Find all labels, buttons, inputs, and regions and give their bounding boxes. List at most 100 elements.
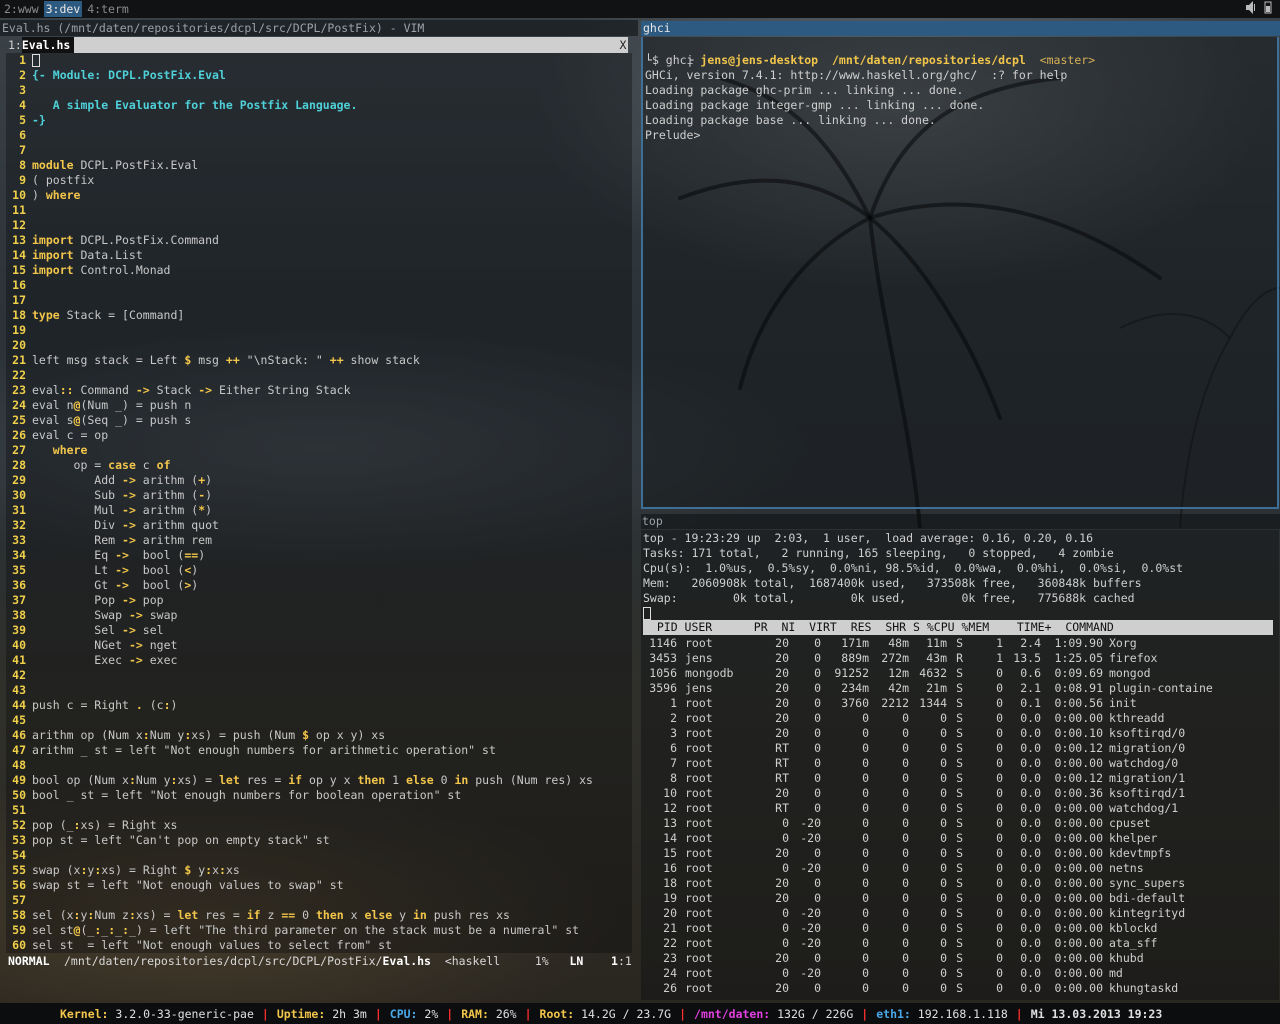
code-line[interactable]: 60 sel st = left "Not enough values to se… [6, 938, 632, 953]
code-line[interactable]: 51 [6, 803, 632, 818]
code-line[interactable]: 20 [6, 338, 632, 353]
vim-editor-buffer[interactable]: 1 2 {- Module: DCPL.PostFix.Eval 3 4 A simpl… [6, 53, 632, 953]
code-line[interactable]: 44 push c = Right . (c:) [6, 698, 632, 713]
ghci-terminal[interactable]: ┌ jens@jens-desktop /mnt/daten/repositor… [641, 37, 1279, 509]
syntax-comment: A simple Evaluator for the Postfix Langu… [32, 98, 358, 112]
code-line[interactable]: 7 [6, 143, 632, 158]
code-line[interactable]: 11 [6, 203, 632, 218]
code-line[interactable]: 29 Add -> arithm (+) [6, 473, 632, 488]
code-line[interactable]: 30 Sub -> arithm (-) [6, 488, 632, 503]
vim-tab-close-button[interactable]: X [618, 37, 628, 53]
code-line[interactable]: 18 type Stack = [Command] [6, 308, 632, 323]
process-cmd: kblockd [1109, 921, 1158, 935]
top-input-cursor[interactable] [643, 606, 1183, 621]
vim-tab-eval-hs[interactable]: Eval.hs [21, 37, 75, 53]
line-number: 34 [12, 548, 26, 562]
code-line[interactable]: 12 [6, 218, 632, 233]
code-line[interactable]: 16 [6, 278, 632, 293]
code-line[interactable]: 34 Eq -> bool (==) [6, 548, 632, 563]
code-line[interactable]: 21 left msg stack = Left $ msg ++ "\nStac… [6, 353, 632, 368]
code-line[interactable]: 31 Mul -> arithm (*) [6, 503, 632, 518]
process-cpu: 0 [996, 981, 1003, 995]
process-shr: 0 [940, 801, 947, 815]
process-shr: 0 [940, 771, 947, 785]
ghci-prompt[interactable]: Prelude> [645, 128, 1095, 143]
code-line[interactable]: 26 eval c = op [6, 428, 632, 443]
code-line[interactable]: 24 eval n@(Num _) = push n [6, 398, 632, 413]
code-line[interactable]: 6 [6, 128, 632, 143]
top-summary-cpu: Cpu(s): 1.0%us, 0.5%sy, 0.0%ni, 98.5%id,… [643, 561, 1184, 575]
code-line[interactable]: 15 import Control.Monad [6, 263, 632, 278]
code-line[interactable]: 1 [6, 53, 632, 68]
ghci-window-title[interactable]: ghci [641, 21, 1280, 36]
code-line[interactable]: 22 [6, 368, 632, 383]
code-line[interactable]: 48 [6, 758, 632, 773]
code-line[interactable]: 5 -} [6, 113, 632, 128]
process-mem: 0.0 [1020, 756, 1041, 770]
line-number: 56 [12, 878, 26, 892]
code-line[interactable]: 3 [6, 83, 632, 98]
code-line[interactable]: 43 [6, 683, 632, 698]
code-line[interactable]: 25 eval s@(Seq _) = push s [6, 413, 632, 428]
process-shr: 0 [940, 786, 947, 800]
code-line[interactable]: 2 {- Module: DCPL.PostFix.Eval [6, 68, 632, 83]
code-line[interactable]: 36 Gt -> bool (>) [6, 578, 632, 593]
syntax-text: swap [142, 608, 178, 622]
code-line[interactable]: 27 where [6, 443, 632, 458]
code-line[interactable]: 52 pop (_:xs) = Right xs [6, 818, 632, 833]
code-line[interactable]: 40 NGet -> nget [6, 638, 632, 653]
code-line[interactable]: 59 sel st@(_:_:_:_) = left "The third par… [6, 923, 632, 938]
syntax-keyword: where [45, 188, 81, 202]
process-row: 20 root 0 -20 0 0 0 S 0 0.0 0:00.00 kintegrityd [643, 906, 1263, 921]
code-line[interactable]: 32 Div -> arithm quot [6, 518, 632, 533]
process-s: S [956, 816, 963, 830]
code-line[interactable]: 39 Sel -> sel [6, 623, 632, 638]
syntax-text: DCPL.PostFix.Command [73, 233, 219, 247]
syntax-keyword: else [405, 773, 434, 787]
code-line[interactable]: 50 bool _ st = left "Not enough numbers f… [6, 788, 632, 803]
syntax-text: y [392, 908, 413, 922]
code-line[interactable]: 19 [6, 323, 632, 338]
workspace-tab-dev[interactable]: 3:dev [43, 1, 83, 17]
code-line[interactable]: 17 [6, 293, 632, 308]
code-line[interactable]: 58 sel (x:y:Num z:xs) = let res = if z ==… [6, 908, 632, 923]
code-line[interactable]: 38 Swap -> swap [6, 608, 632, 623]
code-line[interactable]: 54 [6, 848, 632, 863]
code-line[interactable]: 57 [6, 893, 632, 908]
battery-icon[interactable] [1263, 1, 1274, 14]
code-line[interactable]: 45 [6, 713, 632, 728]
syntax-keyword: if [288, 773, 303, 787]
workspace-tab-www[interactable]: 2:www [2, 1, 41, 17]
code-line[interactable]: 49 bool op (Num x:Num y:xs) = let res = i… [6, 773, 632, 788]
code-line[interactable]: 14 import Data.List [6, 248, 632, 263]
code-line[interactable]: 53 pop st = left "Can't pop on empty stac… [6, 833, 632, 848]
workspace-tab-term[interactable]: 4:term [85, 1, 131, 17]
volume-icon[interactable] [1246, 1, 1257, 14]
code-line[interactable]: 10) where [6, 188, 632, 203]
process-cmd: kdevtmpfs [1109, 846, 1172, 860]
syntax-keyword: ++ [329, 353, 344, 367]
syntax-text: xs) = push (Num [191, 728, 303, 742]
code-line[interactable]: 23 eval:: Command -> Stack -> Either Stri… [6, 383, 632, 398]
code-line[interactable]: 8 module DCPL.PostFix.Eval [6, 158, 632, 173]
process-cpu: 0 [996, 696, 1003, 710]
code-line[interactable]: 33 Rem -> arithm rem [6, 533, 632, 548]
code-line[interactable]: 13 import DCPL.PostFix.Command [6, 233, 632, 248]
top-terminal[interactable]: top - 19:23:29 up 2:03, 1 user, load ave… [641, 530, 1279, 1000]
code-line[interactable]: 47 arithm _ st = left "Not enough numbers… [6, 743, 632, 758]
process-virt: 3760 [841, 696, 869, 710]
code-line[interactable]: 37 Pop -> pop [6, 593, 632, 608]
process-s: S [956, 681, 963, 695]
code-line[interactable]: 9 ( postfix [6, 173, 632, 188]
top-window-title[interactable]: top [641, 514, 1280, 529]
code-line[interactable]: 46 arithm op (Num x:Num y:xs) = push (Num… [6, 728, 632, 743]
syntax-keyword: -> [115, 578, 129, 592]
code-line[interactable]: 42 [6, 668, 632, 683]
code-line[interactable]: 55 swap (x:y:xs) = Right $ y:x:xs [6, 863, 632, 878]
code-line[interactable]: 41 Exec -> exec [6, 653, 632, 668]
code-line[interactable]: 28 op = case c of [6, 458, 632, 473]
code-line[interactable]: 56 swap st = left "Not enough values to s… [6, 878, 632, 893]
line-number: 37 [12, 593, 26, 607]
code-line[interactable]: 35 Lt -> bool (<) [6, 563, 632, 578]
code-line[interactable]: 4 A simple Evaluator for the Postfix Lan… [6, 98, 632, 113]
